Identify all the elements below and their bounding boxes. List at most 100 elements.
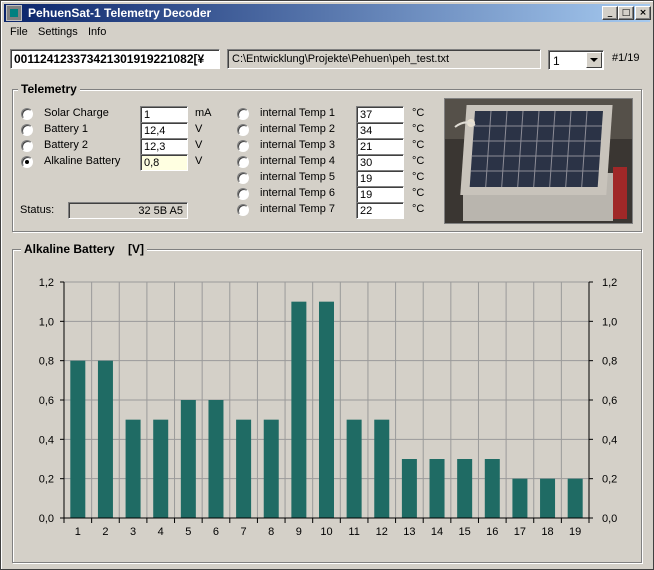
temp-value-field[interactable]: 21 (356, 138, 404, 155)
power-unit: V (195, 139, 203, 151)
power-unit: V (195, 155, 203, 167)
temp-unit: °C (412, 203, 425, 215)
power-label: Battery 2 (44, 139, 89, 151)
temp-value-field[interactable]: 37 (356, 106, 404, 123)
menu-info[interactable]: Info (88, 26, 106, 38)
x-tick-label: 3 (130, 526, 136, 538)
bar (401, 459, 417, 518)
temp-unit: °C (412, 171, 425, 183)
x-tick-label: 11 (348, 526, 359, 538)
x-tick-label: 10 (320, 526, 332, 538)
menu-file[interactable]: File (10, 26, 28, 38)
x-tick-label: 13 (403, 526, 415, 538)
power-value-field[interactable]: 1 (140, 106, 188, 123)
power-label: Alkaline Battery (44, 155, 121, 167)
file-path-field[interactable]: C:\Entwicklung\Projekte\Pehuen\peh_test.… (227, 49, 541, 69)
bar (263, 419, 279, 518)
x-tick-label: 16 (486, 526, 498, 538)
app-icon (6, 5, 22, 21)
temp-unit: °C (412, 155, 425, 167)
temp-value-field[interactable]: 19 (356, 170, 404, 187)
frame-select-value: 1 (553, 54, 560, 68)
temp-label: internal Temp 7 (260, 203, 336, 215)
bar (236, 419, 252, 518)
bar (484, 459, 500, 518)
temp-value-field[interactable]: 22 (356, 202, 404, 219)
temp-unit: °C (412, 123, 425, 135)
power-value-field[interactable]: 0,8 (140, 154, 188, 171)
x-tick-label: 6 (213, 526, 219, 538)
bar (153, 419, 169, 518)
temp-value-field[interactable]: 19 (356, 186, 404, 203)
x-tick-label: 19 (569, 526, 581, 538)
window-title: PehuenSat-1 Telemetry Decoder (28, 6, 212, 20)
power-radio[interactable] (21, 124, 33, 136)
temp-radio[interactable] (237, 172, 249, 184)
y-tick-label-left: 1,2 (39, 277, 54, 289)
bar (512, 478, 528, 518)
frame-select[interactable]: 1 (548, 50, 604, 70)
temp-radio[interactable] (237, 124, 249, 136)
satellite-photo (444, 98, 633, 224)
y-tick-label-left: 0,8 (39, 356, 54, 368)
bar (374, 419, 390, 518)
close-button[interactable]: × (635, 6, 651, 20)
bar (291, 301, 307, 518)
main-window: PehuenSat-1 Telemetry Decoder _ □ × File… (0, 0, 654, 570)
y-tick-label-right: 0,0 (602, 513, 617, 525)
x-tick-label: 1 (75, 526, 81, 538)
x-tick-label: 5 (185, 526, 191, 538)
maximize-button[interactable]: □ (618, 6, 634, 20)
x-tick-label: 14 (431, 526, 443, 538)
status-value: 32 5B A5 (68, 202, 188, 219)
power-radio[interactable] (21, 156, 33, 168)
hex-data-field[interactable]: 001124123373421301919221082[¥ (10, 49, 220, 69)
temp-radio[interactable] (237, 188, 249, 200)
title-bar[interactable]: PehuenSat-1 Telemetry Decoder _ □ × (4, 4, 651, 22)
temp-value-field[interactable]: 34 (356, 122, 404, 139)
bar (319, 301, 334, 518)
minimize-button[interactable]: _ (602, 6, 618, 20)
x-tick-label: 2 (102, 526, 108, 538)
temp-label: internal Temp 1 (260, 107, 336, 119)
x-tick-label: 12 (376, 526, 388, 538)
power-value-field[interactable]: 12,4 (140, 122, 188, 139)
temp-radio[interactable] (237, 204, 249, 216)
bar (180, 400, 196, 518)
temp-label: internal Temp 2 (260, 123, 336, 135)
temp-unit: °C (412, 107, 425, 119)
power-unit: mA (195, 107, 212, 119)
status-label: Status: (20, 204, 55, 216)
temp-unit: °C (412, 187, 425, 199)
y-tick-label-left: 1,0 (39, 316, 54, 328)
chart-area: 0,0 0,0 0,2 0,2 0,4 0,4 0,6 0,6 0,8 0,8 1,0 1,0 1,2 1… (13, 261, 643, 561)
y-tick-label-left: 0,6 (39, 395, 54, 407)
chevron-down-icon[interactable] (586, 52, 602, 68)
temp-value-field[interactable]: 30 (356, 154, 404, 171)
bar (97, 360, 113, 518)
x-tick-label: 17 (514, 526, 526, 538)
power-value-field[interactable]: 12,3 (140, 138, 188, 155)
temp-radio[interactable] (237, 156, 249, 168)
y-tick-label-left: 0,4 (39, 434, 54, 446)
y-tick-label-right: 1,2 (602, 277, 617, 289)
power-radio[interactable] (21, 108, 33, 120)
x-tick-label: 8 (268, 526, 274, 538)
telemetry-group-title: Telemetry (18, 82, 80, 96)
x-tick-label: 15 (459, 526, 471, 538)
x-tick-label: 7 (241, 526, 247, 538)
x-tick-label: 18 (541, 526, 553, 538)
temp-radio[interactable] (237, 108, 249, 120)
x-tick-label: 9 (296, 526, 302, 538)
temp-label: internal Temp 4 (260, 155, 336, 167)
y-tick-label-left: 0,2 (39, 474, 54, 486)
bar (457, 459, 473, 518)
frame-counter: #1/19 (612, 52, 640, 64)
menu-settings[interactable]: Settings (38, 26, 78, 38)
temp-radio[interactable] (237, 140, 249, 152)
bar (208, 400, 224, 518)
power-label: Solar Charge (44, 107, 109, 119)
menu-bar: File Settings Info (4, 23, 650, 41)
power-radio[interactable] (21, 140, 33, 152)
bar (346, 419, 362, 518)
